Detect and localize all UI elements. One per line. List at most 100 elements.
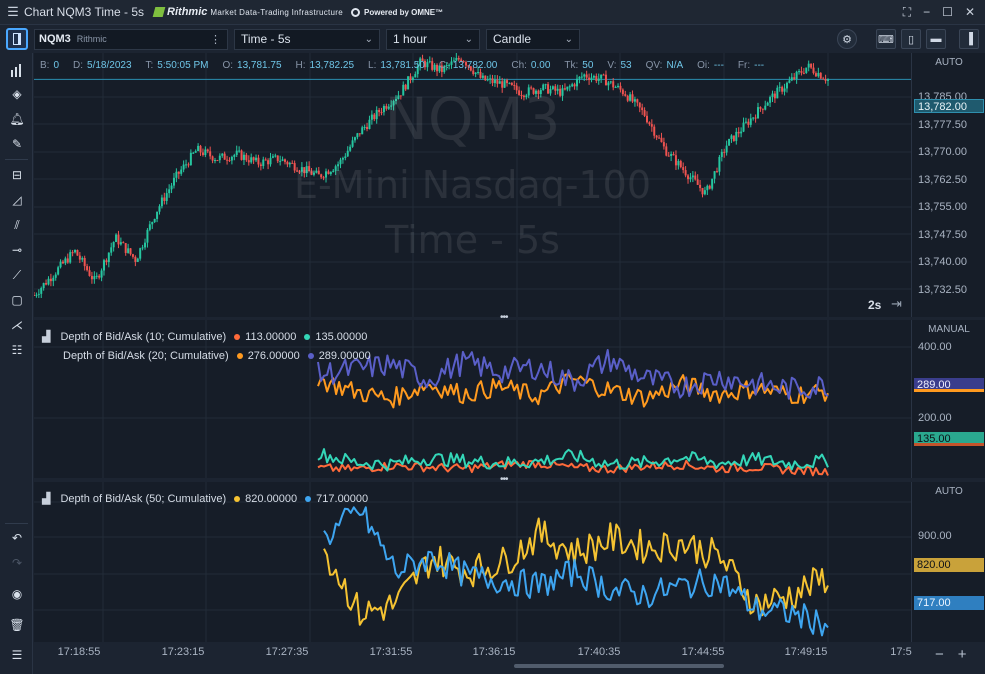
range-tool-icon[interactable]: ⊟ — [7, 165, 27, 185]
ohlc-value: 0 — [53, 60, 60, 71]
depth-10-value-tag: 135.00 — [914, 432, 984, 446]
zoom-in-icon[interactable]: + — [958, 646, 967, 663]
horizontal-scrollbar[interactable] — [514, 664, 724, 668]
time-tick: 17:49:15 — [784, 646, 828, 658]
candle-body — [479, 71, 482, 78]
ohlc-key: T: — [145, 60, 154, 71]
candle-body — [223, 153, 226, 160]
candle-body — [88, 270, 91, 276]
depth-10-20-chart[interactable] — [34, 320, 911, 478]
candle-body — [90, 275, 93, 280]
time-tick: 17:5 — [890, 646, 912, 658]
visibility-eye-icon[interactable]: ◉ — [7, 584, 27, 604]
maximize-icon[interactable]: ☐ — [942, 5, 953, 20]
candle-body — [57, 267, 60, 275]
minimize-icon[interactable]: − — [923, 5, 930, 20]
price-axis[interactable]: AUTO 13,785.00 13,777.50 13,770.00 13,76… — [911, 53, 985, 317]
candle-body — [230, 156, 233, 161]
chevron-down-icon: ⌄ — [464, 33, 473, 45]
candle-body — [790, 77, 793, 81]
redo-icon[interactable]: ↷ — [7, 553, 27, 573]
timeframe-dropdown[interactable]: Time - 5s ⌄ — [234, 28, 380, 50]
keyboard-icon[interactable]: ⌨ — [876, 29, 896, 49]
candle-body — [228, 160, 231, 162]
symbol-selector[interactable]: NQM3 Rithmic ⋮ — [34, 28, 228, 50]
depth-50-chart[interactable] — [34, 482, 911, 642]
depth-axis-1[interactable]: MANUAL 400.00 200.00 289.00 135.00 — [911, 320, 985, 478]
toolbar-right-group: ⚙ ⌨ ▯ ▬ ▐ — [837, 29, 979, 49]
close-icon[interactable]: ✕ — [965, 5, 975, 20]
candle-body — [100, 270, 103, 278]
ohlc-key: C: — [438, 60, 449, 71]
list-icon[interactable]: ☰ — [7, 645, 27, 665]
rithmic-tagline: Market Data-Trading Infrastructure — [210, 7, 343, 17]
depth-pane-2[interactable]: ▟ Depth of Bid/Ask (50; Cumulative) 820.… — [34, 482, 911, 642]
series-color-dot — [305, 495, 312, 502]
candle-body — [45, 283, 48, 285]
legend-depth-50-bid: 820.00000 — [245, 492, 298, 505]
price-tick: 13,740.00 — [918, 256, 967, 268]
scroll-to-end-icon[interactable]: ⇥ — [891, 296, 902, 312]
zoom-out-icon[interactable]: − — [935, 646, 944, 663]
trend-line-icon[interactable]: ⟋ — [7, 265, 27, 285]
candle-body — [486, 79, 489, 81]
text-note-icon[interactable]: ☷ — [7, 340, 27, 360]
more-vertical-icon[interactable]: ⋮ — [210, 33, 221, 46]
legend-depth-10-bid: 113.00000 — [245, 330, 297, 343]
candle-body — [609, 81, 612, 83]
ohlc-key: O: — [222, 60, 234, 71]
depth-axis-1-mode[interactable]: MANUAL — [912, 324, 985, 335]
pitchfork-icon[interactable]: ⋌ — [7, 315, 27, 335]
alert-bell-icon[interactable]: 🔔︎ — [7, 109, 27, 129]
legend-depth-50[interactable]: ▟ Depth of Bid/Ask (50; Cumulative) 820.… — [42, 492, 368, 506]
ohlc-key: V: — [607, 60, 617, 71]
window-title: Chart NQM3 Time - 5s — [24, 5, 145, 19]
time-axis[interactable]: 17:18:55 17:23:15 17:27:35 17:31:55 17:36:15… — [34, 642, 912, 674]
range-dropdown[interactable]: 1 hour ⌄ — [386, 28, 480, 50]
candle-body — [817, 72, 820, 77]
candle-body — [491, 78, 494, 84]
mouse-icon[interactable]: ▯ — [901, 29, 921, 49]
layers-icon[interactable]: ◈ — [7, 84, 27, 104]
candle-body — [250, 157, 253, 163]
fullscreen-icon[interactable]: ⛶ — [903, 5, 911, 20]
chart-style-value: Candle — [493, 32, 532, 46]
window-controls: ⛶ − ☐ ✕ — [903, 5, 975, 20]
legend-depth-20[interactable]: Depth of Bid/Ask (20; Cumulative) 276.00… — [63, 350, 371, 362]
candle-body — [95, 275, 98, 277]
depth-axis-2[interactable]: AUTO 900.00 820.00 717.00 — [911, 482, 985, 642]
panel-icon — [13, 33, 21, 45]
fib-tool-icon[interactable]: ⫽ — [7, 215, 27, 235]
pencil-icon[interactable]: ✎ — [7, 134, 27, 154]
side-panel-toggle-button[interactable] — [6, 28, 28, 50]
candle-body — [580, 76, 583, 78]
hamburger-menu-icon[interactable]: ☰ — [2, 4, 24, 20]
candle-body — [37, 293, 40, 295]
save-template-icon[interactable]: ▬ — [926, 29, 946, 49]
depth-pane-1[interactable]: ▟ Depth of Bid/Ask (10; Cumulative) 113.… — [34, 320, 911, 478]
undo-icon[interactable]: ↶ — [7, 528, 27, 548]
depth-axis-2-mode[interactable]: AUTO — [912, 486, 985, 497]
ohlc-key: Fr: — [737, 60, 751, 71]
candle-body — [602, 74, 605, 76]
trash-icon[interactable]: 🗑︎ — [7, 615, 27, 635]
chevron-down-icon: ⌄ — [364, 33, 373, 45]
series-color-dot — [234, 333, 241, 340]
indicators-icon[interactable] — [7, 60, 27, 80]
right-panel-toggle-icon[interactable]: ▐ — [959, 29, 979, 49]
legend-depth-10-name: Depth of Bid/Ask (10; Cumulative) — [60, 330, 227, 343]
horizontal-line-icon[interactable]: ⊸ — [7, 240, 27, 260]
price-axis-mode[interactable]: AUTO — [912, 57, 985, 68]
rectangle-icon[interactable]: ▢ — [7, 290, 27, 310]
candle-body — [218, 155, 221, 161]
ohlc-value: 13,781.75 — [237, 60, 282, 71]
measure-tool-icon[interactable]: ◿ — [7, 190, 27, 210]
chart-style-dropdown[interactable]: Candle ⌄ — [486, 28, 580, 50]
price-pane[interactable]: NQM3 E-Mini Nasdaq-100 Time - 5s B: 0 D: 5/… — [34, 53, 911, 317]
series-color-dot — [307, 353, 314, 359]
omne-badge: Powered by OMNE™ — [351, 7, 443, 17]
legend-depth-10[interactable]: ▟ Depth of Bid/Ask (10; Cumulative) 113.… — [42, 330, 367, 344]
indicator-settings-icon[interactable]: ⚙ — [837, 29, 857, 49]
candle-body — [805, 67, 808, 74]
candle-body — [264, 159, 267, 161]
